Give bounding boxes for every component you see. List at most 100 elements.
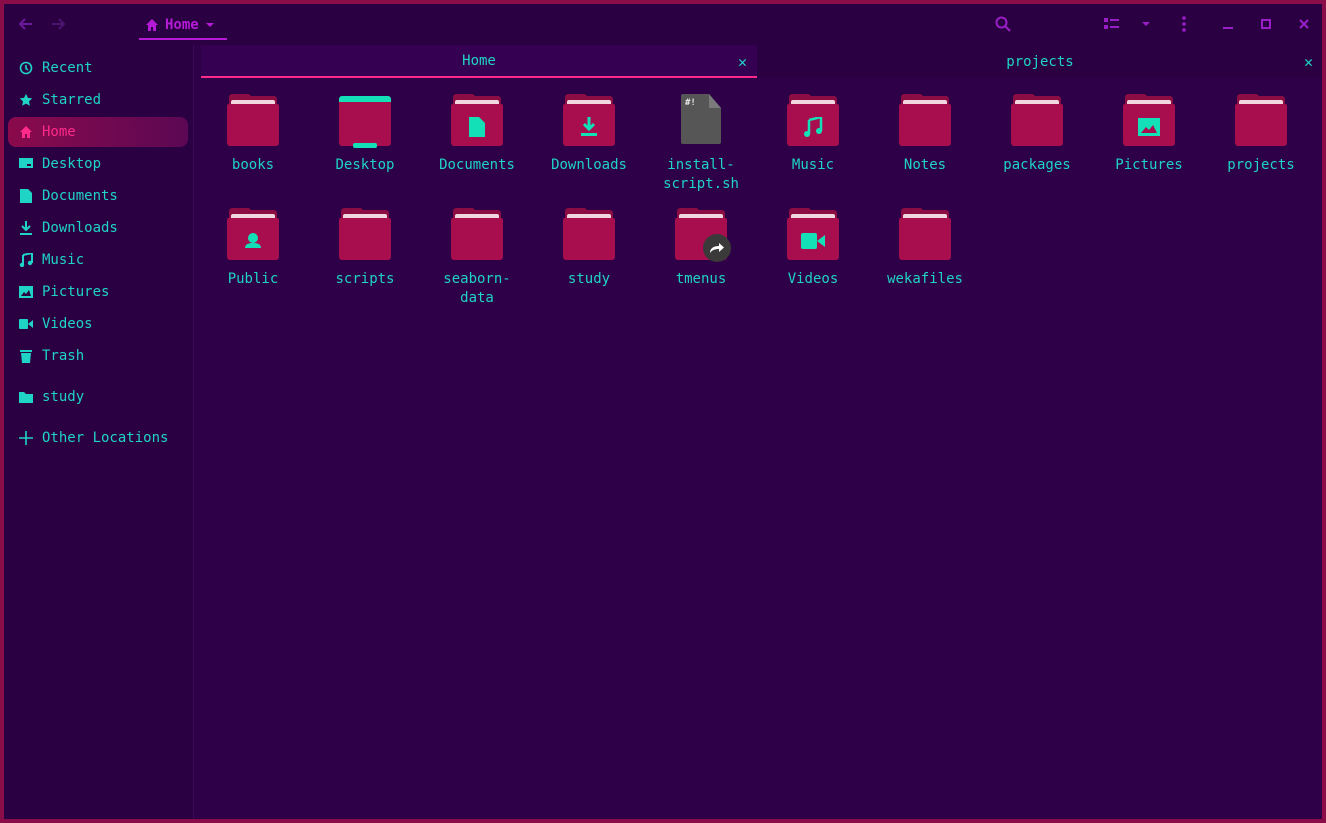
file-name: Videos (787, 271, 839, 287)
file-name: Notes (903, 157, 947, 173)
sidebar-item-label: Videos (42, 316, 93, 332)
sidebar-item-label: Recent (42, 60, 93, 76)
file-item-downloads[interactable]: Downloads (537, 94, 641, 175)
file-item-pictures[interactable]: Pictures (1097, 94, 1201, 175)
folder-icon (339, 208, 391, 260)
sidebar-item-label: Desktop (42, 156, 102, 172)
download-icon (18, 220, 34, 236)
file-item-documents[interactable]: Documents (425, 94, 529, 175)
folder-icon (899, 94, 951, 146)
music-icon (18, 252, 34, 268)
file-name: Desktop (335, 157, 395, 173)
videos-folder-icon (787, 208, 839, 260)
file-item-videos[interactable]: Videos (761, 208, 865, 289)
sidebar-item-recent[interactable]: Recent (8, 53, 188, 83)
folder-icon (675, 208, 731, 262)
file-item-notes[interactable]: Notes (873, 94, 977, 175)
back-arrow-icon[interactable] (16, 14, 36, 34)
sidebar-item-label: Trash (42, 348, 85, 364)
forward-arrow-icon[interactable] (48, 14, 68, 34)
file-name: tmenus (675, 271, 727, 287)
plus-icon (18, 430, 34, 446)
folder-icon (899, 208, 951, 260)
sidebar-item-label: Downloads (42, 220, 118, 236)
sidebar-item-study[interactable]: study (8, 382, 188, 412)
music-folder-icon (787, 94, 839, 146)
file-name: scripts (335, 271, 395, 287)
sidebar: Recent Starred Home Desktop Documents Do… (4, 45, 194, 819)
file-manager-window: Home Recent Starred Home Desktop Documen… (0, 0, 1326, 823)
file-name: Music (791, 157, 835, 173)
search-icon[interactable] (993, 14, 1013, 34)
maximize-icon[interactable] (1256, 14, 1276, 34)
file-name: install- (667, 157, 735, 173)
document-icon (18, 188, 34, 204)
folder-icon (1235, 94, 1287, 146)
tab-projects[interactable]: projects ✕ (757, 45, 1322, 78)
view-dropdown-chevron-icon[interactable] (1136, 14, 1156, 34)
file-name: Pictures (1115, 157, 1183, 173)
file-item-music[interactable]: Music (761, 94, 865, 175)
pictures-folder-icon (1123, 94, 1175, 146)
sidebar-item-label: study (42, 389, 85, 405)
sidebar-item-videos[interactable]: Videos (8, 309, 188, 339)
sidebar-item-trash[interactable]: Trash (8, 341, 188, 371)
downloads-folder-icon (563, 94, 615, 146)
file-name-line2: data (460, 290, 494, 306)
sidebar-item-label: Starred (42, 92, 102, 108)
file-item-public[interactable]: Public (201, 208, 305, 289)
path-bar-label: Home (165, 17, 199, 33)
file-name: study (567, 271, 611, 287)
file-grid: books Desktop Documents Downloads #! ins… (201, 78, 1322, 819)
sidebar-item-label: Pictures (42, 284, 110, 300)
sidebar-item-pictures[interactable]: Pictures (8, 277, 188, 307)
file-name: wekafiles (887, 271, 963, 287)
tab-bar: Home ✕ projects ✕ (201, 45, 1322, 78)
desktop-icon (18, 156, 34, 172)
tab-label: projects (1006, 53, 1074, 70)
file-name: books (231, 157, 275, 173)
home-icon (18, 124, 34, 140)
folder-icon (1011, 94, 1063, 146)
file-name: Public (227, 271, 279, 287)
folder-icon (227, 94, 279, 146)
tab-home[interactable]: Home ✕ (201, 45, 757, 78)
sidebar-item-documents[interactable]: Documents (8, 181, 188, 211)
symlink-arrow-icon (703, 234, 731, 262)
home-icon (146, 19, 158, 31)
file-item-study[interactable]: study (537, 208, 641, 289)
file-item-books[interactable]: books (201, 94, 305, 175)
video-icon (18, 316, 34, 332)
file-item-wekafiles[interactable]: wekafiles (873, 208, 977, 289)
menu-kebab-icon[interactable] (1174, 14, 1194, 34)
file-item-scripts[interactable]: scripts (313, 208, 417, 289)
folder-icon (451, 208, 503, 260)
file-item-projects[interactable]: projects (1209, 94, 1313, 175)
sidebar-item-other-locations[interactable]: Other Locations (8, 423, 188, 453)
picture-icon (18, 284, 34, 300)
sidebar-item-label: Documents (42, 188, 118, 204)
folder-icon (563, 208, 615, 260)
file-item-packages[interactable]: packages (985, 94, 1089, 175)
sidebar-item-desktop[interactable]: Desktop (8, 149, 188, 179)
file-item-tmenus[interactable]: tmenus (649, 208, 753, 289)
sidebar-item-music[interactable]: Music (8, 245, 188, 275)
file-item-install-script[interactable]: #! install-script.sh (649, 94, 753, 194)
documents-folder-icon (451, 94, 503, 146)
close-tab-icon[interactable]: ✕ (1304, 53, 1313, 71)
trash-icon (18, 348, 34, 364)
sidebar-item-starred[interactable]: Starred (8, 85, 188, 115)
sidebar-item-home[interactable]: Home (8, 117, 188, 147)
sidebar-item-label: Music (42, 252, 85, 268)
close-window-icon[interactable] (1294, 14, 1314, 34)
view-options-icon[interactable] (1102, 14, 1122, 34)
sidebar-item-downloads[interactable]: Downloads (8, 213, 188, 243)
path-bar-home-button[interactable]: Home (139, 12, 227, 40)
file-name: packages (1003, 157, 1071, 173)
clock-icon (18, 60, 34, 76)
close-tab-icon[interactable]: ✕ (738, 53, 747, 71)
minimize-icon[interactable] (1218, 14, 1238, 34)
file-item-desktop[interactable]: Desktop (313, 94, 417, 175)
file-item-seaborn-data[interactable]: seaborn-data (425, 208, 529, 308)
desktop-folder-icon (339, 94, 391, 148)
